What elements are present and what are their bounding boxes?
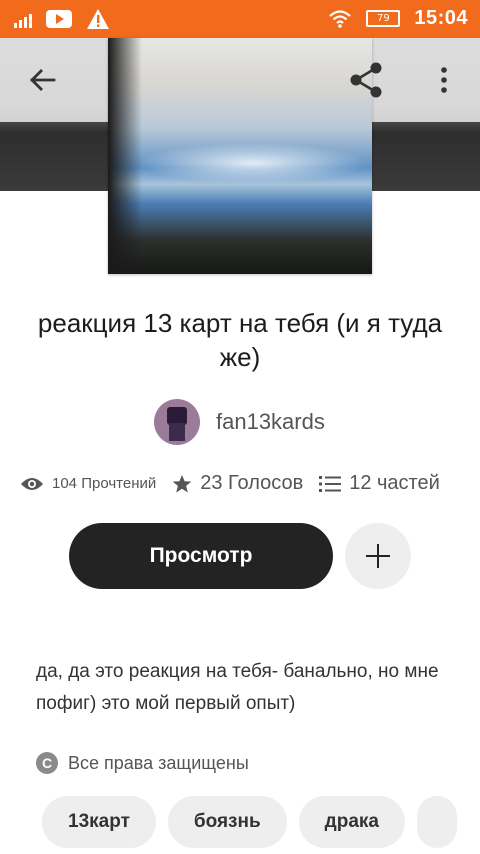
tag-chip[interactable]: боязнь bbox=[167, 796, 287, 848]
copyright-icon: C bbox=[36, 752, 58, 774]
star-icon bbox=[172, 474, 192, 492]
more-vert-icon[interactable] bbox=[430, 60, 458, 100]
tag-chip[interactable]: 13карт bbox=[42, 796, 156, 848]
youtube-icon bbox=[46, 10, 72, 28]
votes-stat: 23 Голосов bbox=[172, 472, 303, 495]
votes-count: 23 Голосов bbox=[200, 472, 304, 494]
story-stats: 104 Прочтений 23 Голосов 12 частей bbox=[20, 472, 470, 495]
add-to-library-button[interactable] bbox=[345, 523, 411, 589]
reads-stat: 104 Прочтений bbox=[20, 475, 156, 492]
tag-chip[interactable]: драка bbox=[298, 796, 405, 848]
tag-list: 13карт боязнь драка bbox=[42, 796, 457, 848]
parts-stat: 12 частей bbox=[319, 472, 440, 495]
battery-icon: 79 bbox=[366, 10, 401, 27]
tag-chip-partial[interactable] bbox=[416, 796, 457, 848]
story-cover-image[interactable] bbox=[108, 38, 372, 274]
read-button[interactable]: Просмотр bbox=[69, 523, 333, 589]
avatar[interactable] bbox=[154, 399, 200, 445]
status-bar: 79 15:04 bbox=[0, 0, 480, 38]
story-description: да, да это реакция на тебя- банально, но… bbox=[36, 661, 439, 714]
author-name[interactable]: fan13kards bbox=[216, 409, 325, 435]
clock: 15:04 bbox=[414, 7, 468, 29]
copyright-text: Все права защищены bbox=[68, 752, 249, 773]
share-icon[interactable] bbox=[344, 58, 388, 102]
back-arrow-icon[interactable] bbox=[22, 60, 62, 100]
eye-icon bbox=[21, 477, 43, 490]
story-title: реакция 13 карт на тебя (и я туда же) bbox=[37, 308, 443, 372]
warning-icon bbox=[87, 9, 109, 29]
parts-count: 12 частей bbox=[349, 472, 440, 494]
list-icon bbox=[319, 475, 342, 492]
author[interactable]: fan13kards bbox=[154, 399, 325, 445]
wifi-icon bbox=[329, 9, 352, 28]
reads-count: 104 Прочтений bbox=[52, 475, 157, 492]
signal-icon bbox=[14, 10, 32, 28]
copyright: C Все права защищены bbox=[36, 752, 249, 774]
